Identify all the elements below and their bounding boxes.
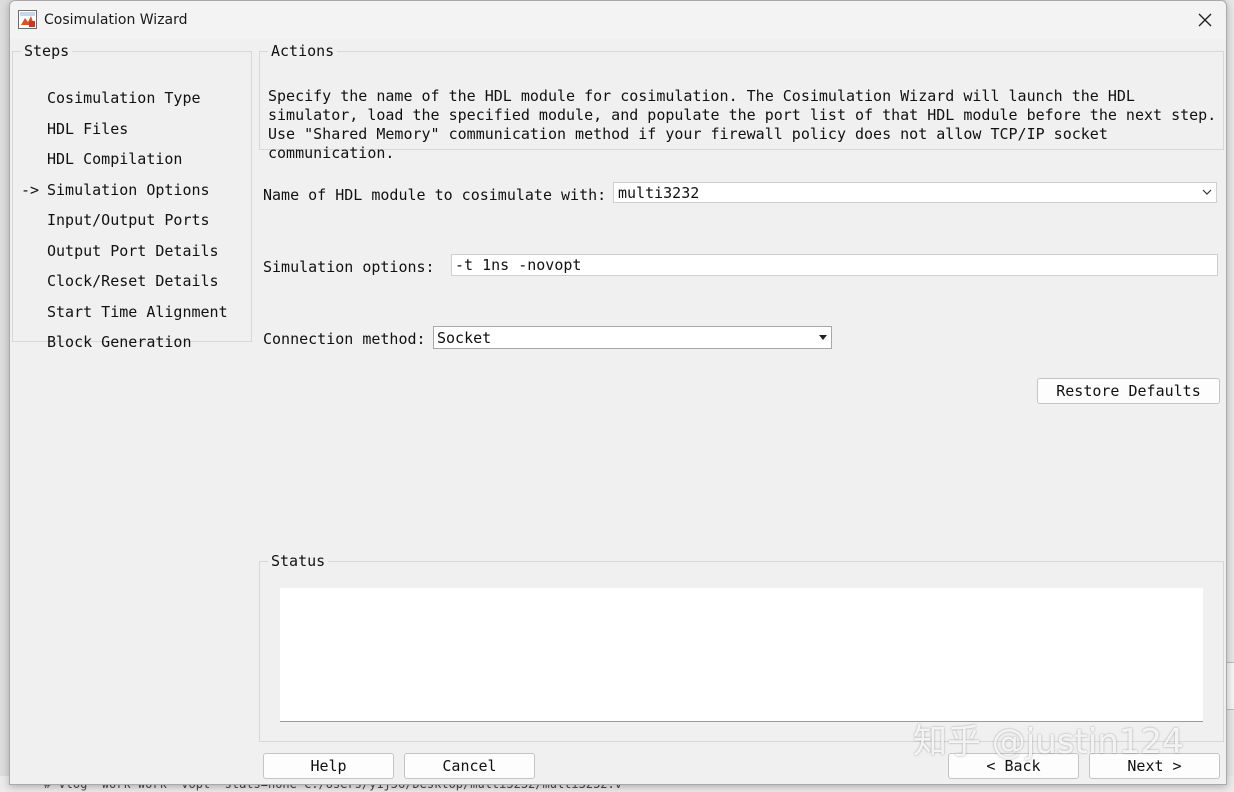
step-label: Cosimulation Type	[47, 89, 201, 107]
step-label: HDL Compilation	[47, 150, 183, 168]
connection-method-select[interactable]: Socket	[433, 326, 832, 349]
module-name-value: multi3232	[618, 184, 700, 202]
window-title: Cosimulation Wizard	[44, 12, 188, 28]
cancel-button[interactable]: Cancel	[404, 753, 535, 779]
desktop: # vlog -work work -vopt -stats=none C:/U…	[0, 0, 1234, 792]
actions-description: Specify the name of the HDL module for c…	[268, 87, 1217, 162]
steps-legend: Steps	[24, 42, 70, 60]
next-button[interactable]: Next >	[1089, 753, 1220, 779]
connection-method-label: Connection method:	[263, 330, 426, 348]
step-label: Output Port Details	[47, 241, 219, 260]
step-item: HDL Compilation	[21, 148, 228, 179]
cosimulation-wizard-window: Cosimulation Wizard Steps Cosimulation T…	[9, 0, 1227, 785]
close-icon	[1198, 13, 1212, 27]
background-window-panel	[1226, 662, 1234, 710]
current-step-marker: ->	[21, 180, 40, 199]
restore-defaults-button[interactable]: Restore Defaults	[1037, 378, 1220, 404]
step-item: -> Simulation Options	[21, 179, 228, 210]
steps-panel: Steps Cosimulation Type HDL Files HDL Comp…	[12, 42, 252, 351]
connection-method-value: Socket	[437, 329, 492, 347]
back-button[interactable]: < Back	[948, 753, 1079, 779]
matlab-app-icon	[18, 10, 37, 29]
simulation-options-label: Simulation options:	[263, 258, 435, 276]
module-name-combobox[interactable]: multi3232	[613, 182, 1217, 203]
dropdown-arrow-icon	[819, 335, 827, 340]
chevron-down-icon[interactable]	[1202, 187, 1212, 197]
help-button[interactable]: Help	[263, 753, 394, 779]
actions-panel: Actions Specify the name of the HDL modu…	[259, 42, 1224, 162]
title-bar: Cosimulation Wizard	[10, 1, 1226, 39]
step-item: Output Port Details	[21, 240, 228, 271]
step-label: HDL Files	[47, 119, 129, 138]
step-item: Cosimulation Type	[21, 87, 228, 118]
actions-legend: Actions	[271, 42, 335, 60]
step-item: Start Time Alignment	[21, 301, 228, 332]
step-label: Block Generation	[47, 333, 192, 351]
step-item: Block Generation	[21, 331, 228, 362]
steps-list: Cosimulation Type HDL Files HDL Compilatio…	[21, 87, 228, 362]
module-name-label: Name of HDL module to cosimulate with:	[263, 186, 607, 204]
step-item: Clock/Reset Details	[21, 270, 228, 301]
status-text-area[interactable]	[280, 588, 1203, 722]
step-label: Start Time Alignment	[47, 302, 228, 321]
simulation-options-input[interactable]	[451, 254, 1218, 276]
step-item: Input/Output Ports	[21, 209, 228, 240]
step-label: Input/Output Ports	[47, 211, 210, 229]
status-legend: Status	[271, 552, 326, 570]
close-button[interactable]	[1190, 5, 1220, 35]
step-label: Clock/Reset Details	[47, 272, 219, 290]
step-label: Simulation Options	[47, 180, 210, 199]
step-item: HDL Files	[21, 118, 228, 149]
